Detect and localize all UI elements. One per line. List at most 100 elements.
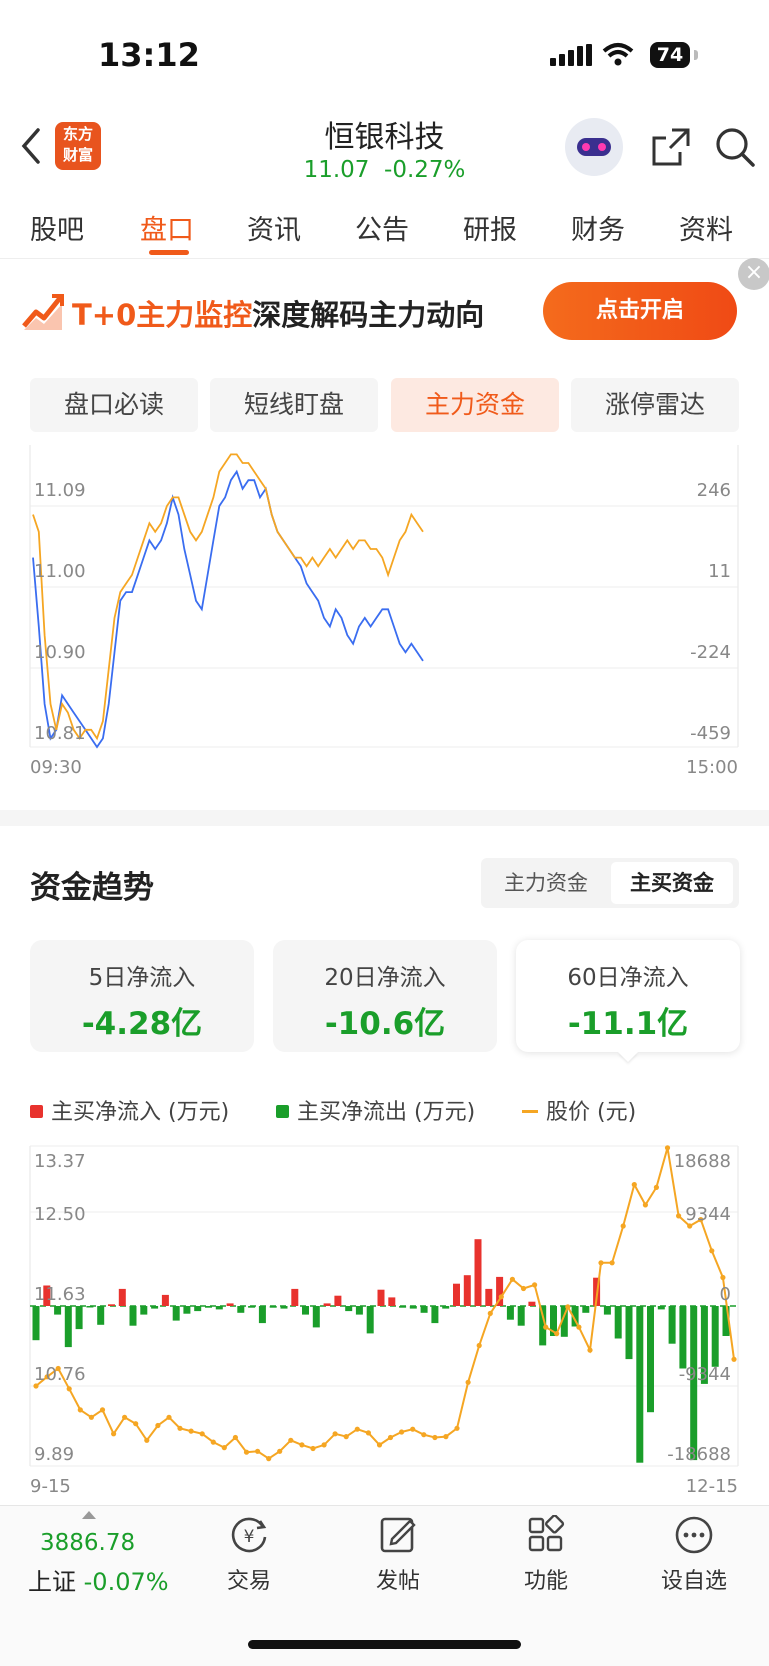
outflow-bar (194, 1306, 202, 1312)
grid-apps-icon (528, 1514, 565, 1552)
price-point (664, 1145, 671, 1151)
subtab-limit-up-radar[interactable]: 涨停雷达 (571, 378, 739, 432)
nav-post[interactable]: 发帖 (348, 1515, 448, 1595)
price-point (111, 1431, 117, 1437)
y-tick-label-left: 11.00 (34, 561, 86, 582)
banner-title-orange: T+0主力监控 (72, 298, 253, 332)
price-point (465, 1379, 471, 1385)
enable-monitor-button[interactable]: 点击开启 (543, 282, 737, 340)
y-tick-label-right: -18688 (667, 1444, 731, 1465)
search-icon[interactable] (714, 126, 756, 168)
price-point (243, 1449, 250, 1455)
tab-pankou[interactable]: 盘口 (140, 208, 194, 247)
outflow-bar (183, 1306, 191, 1314)
price-point (565, 1304, 571, 1310)
index-label[interactable]: 上证 -0.07% (28, 1562, 169, 1597)
card-label: 20日净流入 (324, 965, 446, 991)
outflow-bar (86, 1306, 94, 1308)
banner-close-button[interactable]: × (738, 258, 769, 290)
inflow-bar (377, 1289, 385, 1306)
y-tick-label-right: 246 (697, 480, 731, 501)
index-expand-caret-icon[interactable] (82, 1511, 96, 1519)
tab-research[interactable]: 研报 (463, 208, 517, 247)
outflow-bar (409, 1306, 417, 1309)
fund-trend-title: 资金趋势 (30, 870, 154, 906)
y-tick-label-left: 11.63 (34, 1284, 86, 1305)
price-point (454, 1425, 460, 1431)
tab-profile[interactable]: 资料 (679, 208, 733, 247)
outflow-bar (399, 1306, 407, 1308)
y-tick-label-left: 12.50 (34, 1204, 86, 1225)
outflow-bar (280, 1306, 288, 1309)
nav-add-watchlist[interactable]: 设自选 (644, 1515, 744, 1595)
fund-trend-chart: 13.37 12.50 11.63 10.76 9.89 18688 9344 0 -9344 -… (29, 1145, 739, 1497)
ai-assistant-robot-icon[interactable] (565, 118, 623, 176)
nav-trade[interactable]: ¥ 交易 (199, 1515, 299, 1595)
price-point (642, 1202, 649, 1208)
outflow-bar (668, 1306, 676, 1344)
price-point (498, 1294, 504, 1300)
tab-guba[interactable]: 股吧 (30, 208, 84, 247)
outflow-bar (151, 1306, 159, 1309)
y-tick-label-right: 11 (708, 561, 731, 582)
net-inflow-60d-card[interactable]: 60日净流入 -11.1亿 (516, 940, 740, 1052)
banner-title-black: 深度解码主力动向 (252, 298, 485, 332)
card-value: -11.1亿 (567, 1006, 689, 1042)
price-point (144, 1437, 150, 1443)
price-point (321, 1442, 327, 1448)
nav-functions[interactable]: 功能 (496, 1514, 596, 1595)
price-point (99, 1407, 106, 1413)
y-tick-label-left: 10.76 (34, 1364, 86, 1385)
outflow-bar (506, 1306, 514, 1320)
outflow-bar (355, 1306, 363, 1315)
y-tick-label-left: 10.81 (34, 723, 86, 744)
price-point (543, 1324, 549, 1330)
home-indicator (248, 1640, 521, 1649)
subtab-short-term[interactable]: 短线盯盘 (210, 378, 378, 432)
inflow-bar (161, 1294, 169, 1306)
outflow-bar (711, 1306, 719, 1367)
price-point (133, 1421, 139, 1427)
outflow-bar (258, 1306, 266, 1324)
share-icon[interactable] (650, 126, 692, 168)
price-point (332, 1431, 338, 1437)
outflow-bar (625, 1306, 633, 1360)
price-point (476, 1342, 482, 1349)
legend-outflow: 主买净流出 (万元) (276, 1094, 475, 1126)
toggle-main-funds[interactable]: 主力资金 (481, 858, 611, 908)
outflow-bar (517, 1306, 525, 1326)
outflow-bar (54, 1306, 62, 1315)
inflow-bar (118, 1288, 126, 1306)
price-point (177, 1425, 183, 1431)
x-tick-label-end: 12-15 (686, 1476, 738, 1497)
x-tick-label-start: 09:30 (30, 757, 82, 778)
nav-functions-label: 功能 (523, 1569, 568, 1594)
price-point (709, 1248, 715, 1254)
outflow-bar (345, 1306, 353, 1312)
toggle-main-buy-funds[interactable]: 主买资金 (611, 862, 733, 904)
price-point (88, 1414, 94, 1420)
net-inflow-20d-card[interactable]: 20日净流入 -10.6亿 (273, 940, 497, 1052)
price-point (387, 1434, 394, 1441)
tab-finance[interactable]: 财务 (571, 208, 625, 247)
legend-outflow-label: 主买净流出 (万元) (297, 1100, 476, 1125)
index-value[interactable]: 3886.78 (40, 1530, 135, 1556)
subtab-must-read[interactable]: 盘口必读 (30, 378, 198, 432)
price-point (421, 1432, 427, 1438)
price-point (509, 1276, 515, 1282)
red-swatch-icon (30, 1105, 43, 1118)
tab-news[interactable]: 资讯 (247, 208, 301, 247)
section-divider (0, 810, 769, 826)
svg-text:¥: ¥ (244, 1527, 255, 1547)
compose-icon (380, 1517, 416, 1553)
outflow-bar (97, 1306, 105, 1325)
outflow-bar (582, 1306, 590, 1313)
outflow-bar (32, 1306, 40, 1341)
x-tick-label-end: 15:00 (686, 757, 738, 778)
tab-announcements[interactable]: 公告 (355, 208, 409, 247)
net-inflow-5d-card[interactable]: 5日净流入 -4.28亿 (30, 940, 254, 1052)
nav-trade-label: 交易 (226, 1569, 271, 1594)
card-label: 60日净流入 (567, 965, 689, 991)
price-point (587, 1347, 593, 1353)
subtab-main-funds[interactable]: 主力资金 (391, 378, 559, 432)
